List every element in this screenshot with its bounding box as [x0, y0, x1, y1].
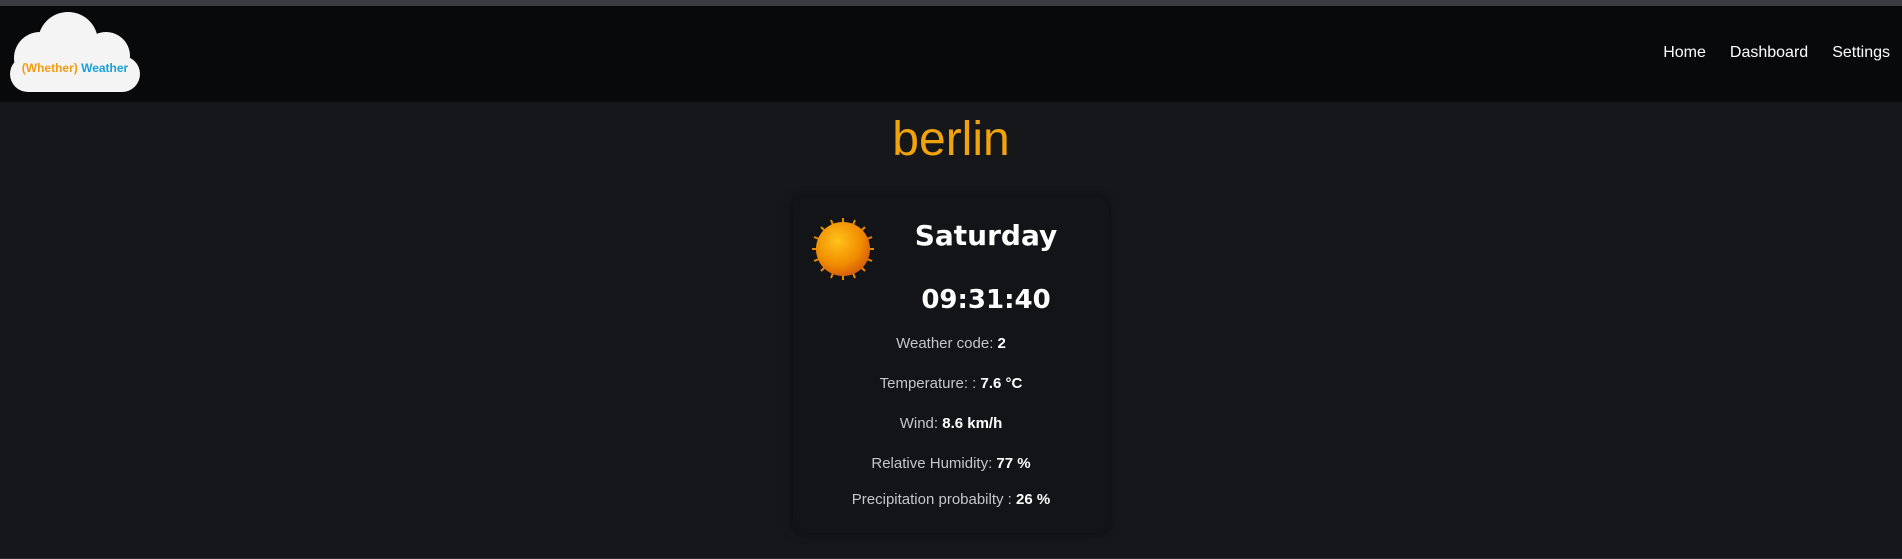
precipitation-label: Precipitation probabilty : [851, 491, 1017, 508]
humidity-value: 77 % [996, 455, 1031, 472]
weather-code-value: 2 [997, 335, 1006, 352]
cloud-icon [10, 12, 140, 92]
day-name: Saturday [914, 219, 1058, 252]
humidity-label: Relative Humidity: [871, 455, 997, 472]
nav-links: Home Dashboard Settings [1663, 44, 1890, 62]
brand-name-part2: Weather [81, 61, 129, 75]
brand-logo[interactable]: (Whether) Weather [6, 10, 144, 94]
wind-row: Wind: 8.6 km/h [793, 415, 1109, 432]
precipitation-value: 26 % [1016, 491, 1051, 508]
current-time: 09:31:40 [921, 285, 1051, 315]
humidity-row: Relative Humidity: 77 % [793, 455, 1109, 472]
weather-card: Saturday 09:31:40 Weather code: 2 Temper… [793, 197, 1109, 533]
temperature-label: Temperature: : [879, 375, 981, 392]
brand-name-part1: (Whether) [21, 61, 78, 75]
wind-value: 8.6 km/h [942, 415, 1003, 432]
weather-code-row: Weather code: 2 [793, 335, 1109, 352]
nav-dashboard-link[interactable]: Dashboard [1730, 44, 1808, 62]
wind-label: Wind: [899, 415, 943, 432]
navbar: (Whether) Weather Home Dashboard Setting… [0, 6, 1902, 102]
brand-name: (Whether) Weather [6, 61, 144, 75]
nav-settings-link[interactable]: Settings [1832, 44, 1890, 62]
temperature-value: 7.6 °C [980, 375, 1023, 392]
sun-icon [812, 218, 874, 280]
precipitation-row: Precipitation probabilty : 26 % [793, 491, 1109, 508]
nav-home-link[interactable]: Home [1663, 44, 1706, 62]
weather-code-label: Weather code: [896, 335, 998, 352]
temperature-row: Temperature: : 7.6 °C [793, 375, 1109, 392]
city-title: berlin [892, 113, 1010, 166]
